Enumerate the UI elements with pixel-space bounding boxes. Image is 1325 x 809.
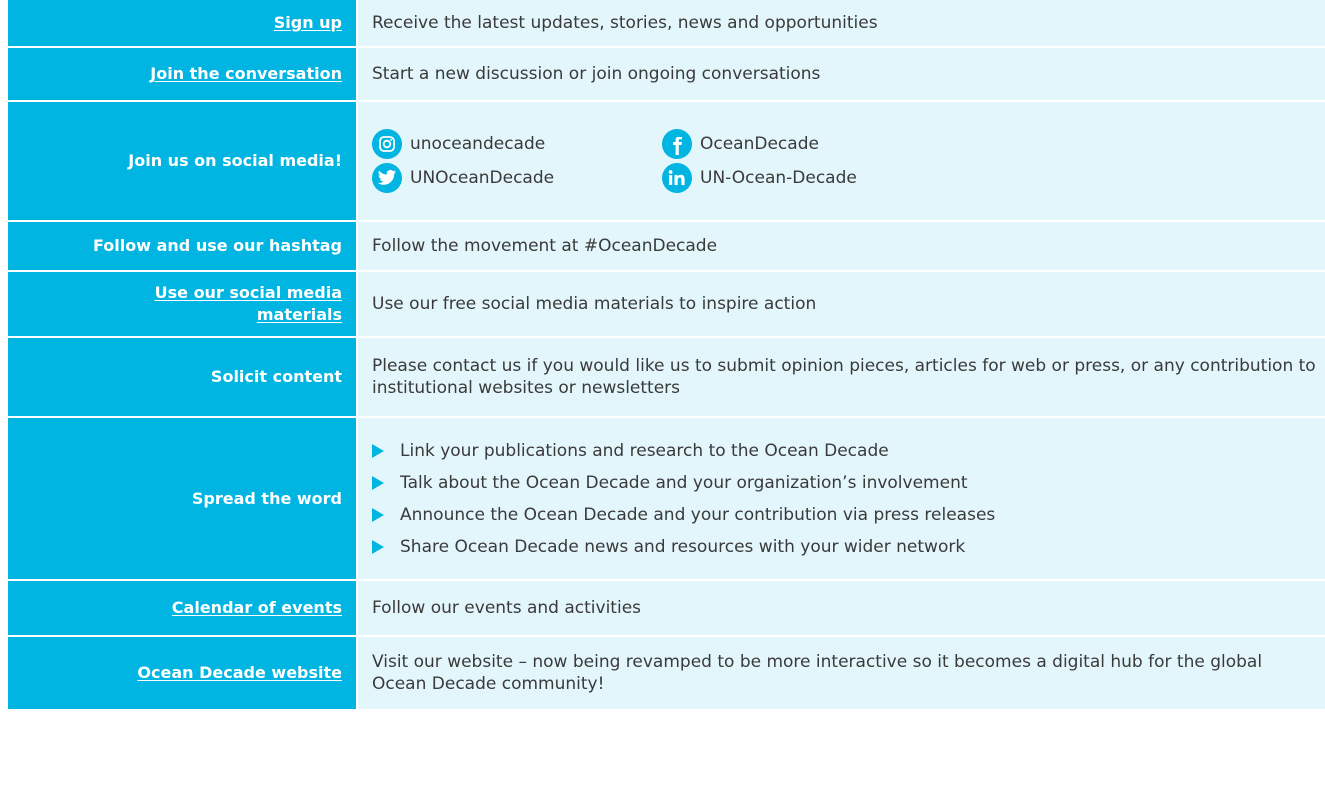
list-item-text: Link your publications and research to t… xyxy=(400,440,889,461)
linkedin-icon xyxy=(662,163,692,193)
table-row-calendar: Calendar of events Follow our events and… xyxy=(8,579,1325,635)
engagement-table: Sign up Receive the latest updates, stor… xyxy=(8,0,1325,809)
row-description: Start a new discussion or join ongoing c… xyxy=(372,64,821,84)
row-description-cell: Link your publications and research to t… xyxy=(356,418,1325,579)
list-item: Talk about the Ocean Decade and your org… xyxy=(372,467,995,499)
calendar-of-events-link[interactable]: Calendar of events xyxy=(172,597,342,619)
row-description: Receive the latest updates, stories, new… xyxy=(372,13,878,33)
sign-up-link[interactable]: Sign up xyxy=(274,12,342,34)
table-row-join-conversation: Join the conversation Start a new discus… xyxy=(8,46,1325,100)
table-row-solicit-content: Solicit content Please contact us if you… xyxy=(8,336,1325,416)
twitter-icon xyxy=(372,163,402,193)
social-media-materials-link[interactable]: Use our social media materials xyxy=(155,282,342,326)
social-links-grid: unoceandecade OceanDecade UNOceanDecade … xyxy=(372,129,922,193)
triangle-bullet-icon xyxy=(372,443,384,458)
row-label-cell: Follow and use our hashtag xyxy=(8,222,356,270)
join-conversation-link[interactable]: Join the conversation xyxy=(150,63,342,85)
social-link-instagram[interactable]: unoceandecade xyxy=(372,129,662,159)
social-handle: UN-Ocean-Decade xyxy=(700,168,857,188)
list-item: Link your publications and research to t… xyxy=(372,435,995,467)
spread-word-list: Link your publications and research to t… xyxy=(372,435,995,563)
row-description-cell: Use our free social media materials to i… xyxy=(356,272,1325,336)
row-description: Visit our website – now being revamped t… xyxy=(372,652,1263,694)
row-description-cell: Start a new discussion or join ongoing c… xyxy=(356,48,1325,100)
row-label-cell: Sign up xyxy=(8,0,356,46)
social-link-facebook[interactable]: OceanDecade xyxy=(662,129,922,159)
ocean-decade-website-link[interactable]: Ocean Decade website xyxy=(137,662,342,684)
row-description: Follow our events and activities xyxy=(372,598,642,618)
list-item-text: Talk about the Ocean Decade and your org… xyxy=(400,472,968,493)
row-description-cell: Follow our events and activities xyxy=(356,581,1325,635)
row-description-cell: Follow the movement at #OceanDecade xyxy=(356,222,1325,270)
social-handle: OceanDecade xyxy=(700,134,819,154)
list-item-text: Share Ocean Decade news and resources wi… xyxy=(400,536,966,557)
instagram-icon xyxy=(372,129,402,159)
link-line-1: Use our social media xyxy=(154,283,342,302)
social-media-label: Join us on social media! xyxy=(128,151,342,170)
social-link-twitter[interactable]: UNOceanDecade xyxy=(372,163,662,193)
row-label-cell: Ocean Decade website xyxy=(8,637,356,709)
table-row-sign-up: Sign up Receive the latest updates, stor… xyxy=(8,0,1325,46)
table-row-website: Ocean Decade website Visit our website –… xyxy=(8,635,1325,709)
list-item-text: Announce the Ocean Decade and your contr… xyxy=(400,504,996,525)
table-row-hashtag: Follow and use our hashtag Follow the mo… xyxy=(8,220,1325,270)
row-description: Follow the movement at #OceanDecade xyxy=(372,236,718,256)
row-label-cell: Solicit content xyxy=(8,338,356,416)
table-row-spread-word: Spread the word Link your publications a… xyxy=(8,416,1325,579)
row-description: Use our free social media materials to i… xyxy=(372,294,817,314)
row-description: Please contact us if you would like us t… xyxy=(372,356,1316,398)
spread-word-label: Spread the word xyxy=(191,488,342,508)
link-line-2: materials xyxy=(256,305,342,324)
facebook-icon xyxy=(662,129,692,159)
row-description-cell: Receive the latest updates, stories, new… xyxy=(356,0,1325,46)
table-row-social-materials: Use our social media materials Use our f… xyxy=(8,270,1325,336)
social-link-linkedin[interactable]: UN-Ocean-Decade xyxy=(662,163,922,193)
list-item: Announce the Ocean Decade and your contr… xyxy=(372,499,995,531)
table-row-social-media: Join us on social media! unoceandecade O… xyxy=(8,100,1325,220)
row-label-cell: Join us on social media! xyxy=(8,102,356,220)
row-description-cell: Please contact us if you would like us t… xyxy=(356,338,1325,416)
row-description-cell: unoceandecade OceanDecade UNOceanDecade … xyxy=(356,102,1325,220)
solicit-content-label: Solicit content xyxy=(210,367,342,386)
row-label-cell: Spread the word xyxy=(8,418,356,579)
row-label-cell: Use our social media materials xyxy=(8,272,356,336)
row-label-cell: Calendar of events xyxy=(8,581,356,635)
row-label-cell: Join the conversation xyxy=(8,48,356,100)
triangle-bullet-icon xyxy=(372,475,384,490)
triangle-bullet-icon xyxy=(372,539,384,554)
triangle-bullet-icon xyxy=(372,507,384,522)
hashtag-label: Follow and use our hashtag xyxy=(93,236,342,255)
list-item: Share Ocean Decade news and resources wi… xyxy=(372,531,995,563)
social-handle: UNOceanDecade xyxy=(410,168,555,188)
social-handle: unoceandecade xyxy=(410,134,546,154)
row-description-cell: Visit our website – now being revamped t… xyxy=(356,637,1325,709)
